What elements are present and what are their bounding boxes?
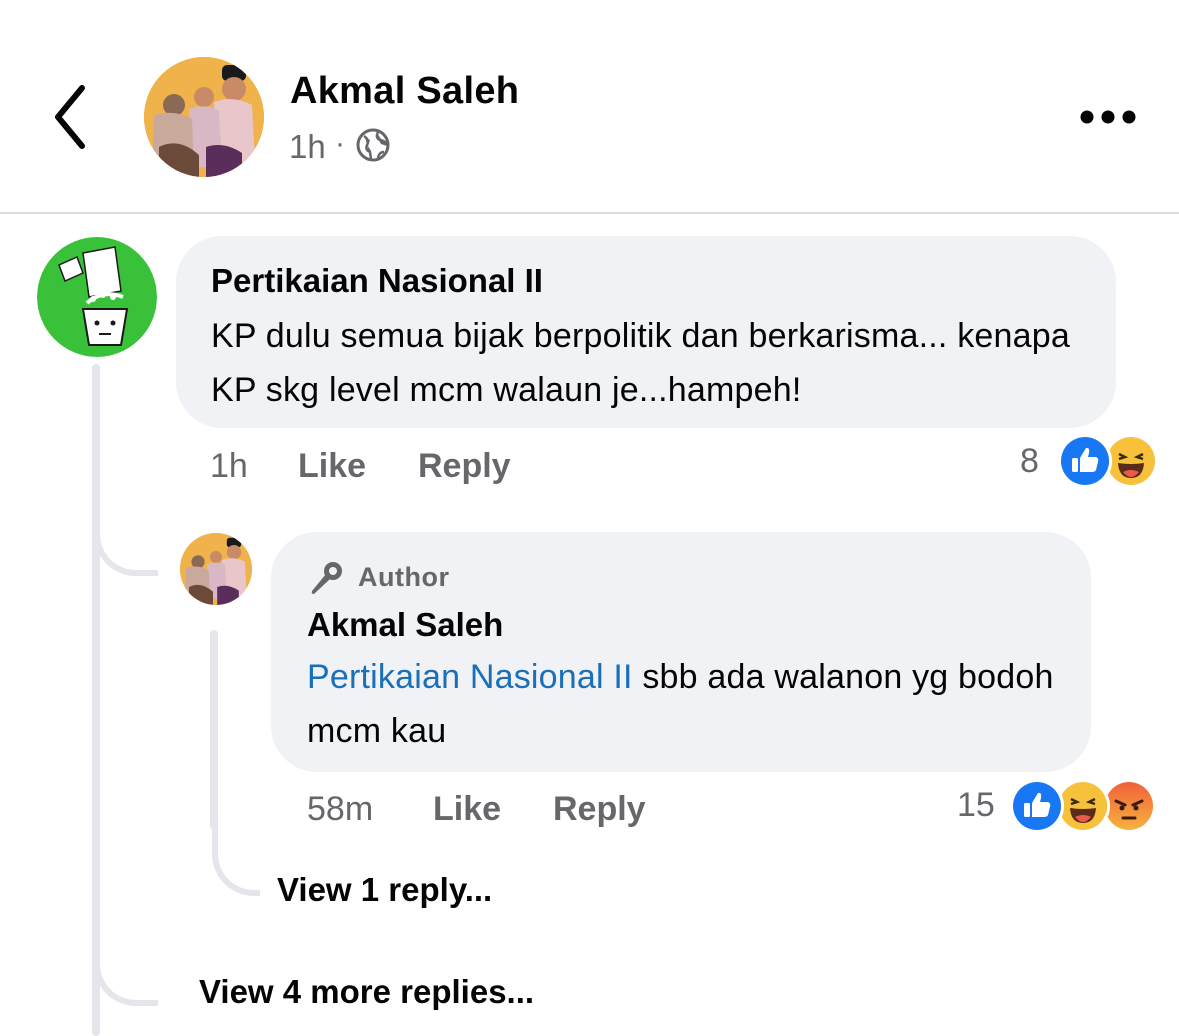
- reply-thread-connector: [212, 820, 260, 896]
- commenter-avatar[interactable]: [37, 237, 157, 357]
- reply-text: Pertikaian Nasional II sbb ada walanon y…: [307, 650, 1077, 758]
- reply-author-name[interactable]: Akmal Saleh: [307, 606, 503, 644]
- like-icon[interactable]: [1058, 434, 1112, 488]
- thread-connector: [94, 510, 158, 576]
- reply-reaction-count[interactable]: 15: [957, 786, 995, 825]
- more-options-icon[interactable]: [1078, 108, 1138, 126]
- comment-timestamp: 1h: [210, 447, 248, 485]
- globe-icon: [356, 128, 390, 162]
- reply-button[interactable]: Reply: [418, 447, 511, 486]
- haha-icon[interactable]: [1056, 779, 1110, 833]
- post-author-avatar[interactable]: [144, 57, 264, 177]
- reply-timestamp: 58m: [307, 790, 374, 828]
- reply-like-button[interactable]: Like: [433, 790, 501, 829]
- haha-icon[interactable]: [1104, 434, 1158, 488]
- post-timestamp: 1h: [289, 128, 326, 165]
- reply-reply-button[interactable]: Reply: [553, 790, 646, 829]
- thread-connector: [94, 940, 158, 1006]
- mention-link[interactable]: Pertikaian Nasional II: [307, 658, 633, 696]
- post-author-name[interactable]: Akmal Saleh: [290, 70, 519, 113]
- angry-icon[interactable]: [1102, 779, 1156, 833]
- microphone-icon: [311, 562, 342, 594]
- reaction-count[interactable]: 8: [1020, 442, 1039, 481]
- view-replies-link[interactable]: View 1 reply...: [277, 871, 492, 909]
- back-icon[interactable]: [48, 82, 92, 152]
- like-button[interactable]: Like: [298, 447, 366, 486]
- thread-line: [92, 364, 100, 1036]
- like-icon[interactable]: [1010, 779, 1064, 833]
- author-badge: Author: [358, 562, 450, 592]
- reply-author-avatar[interactable]: [180, 533, 252, 605]
- reply-thread-line: [210, 630, 218, 830]
- commenter-name[interactable]: Pertikaian Nasional II: [211, 262, 543, 300]
- separator-dot: ·: [335, 127, 345, 160]
- view-more-replies-link[interactable]: View 4 more replies...: [199, 973, 534, 1011]
- comment-text: KP dulu semua bijak berpolitik dan berka…: [211, 317, 1070, 409]
